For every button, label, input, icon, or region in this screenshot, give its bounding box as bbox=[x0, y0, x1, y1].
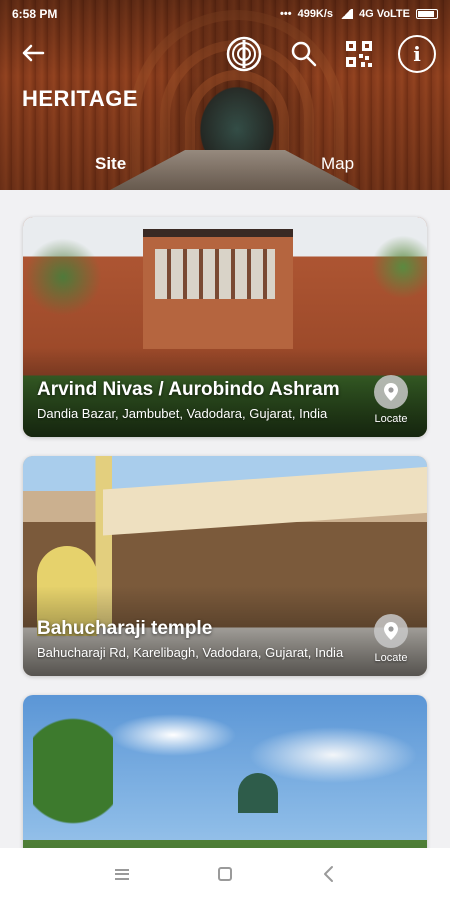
location-pin-icon[interactable] bbox=[374, 614, 408, 648]
gazebo-shape bbox=[238, 773, 278, 813]
menu-lines-icon bbox=[114, 868, 129, 880]
recent-apps-button[interactable] bbox=[102, 854, 142, 894]
home-square-icon bbox=[217, 867, 232, 881]
tab-site[interactable]: Site bbox=[95, 154, 126, 174]
net-speed: 499K/s bbox=[297, 8, 334, 20]
locate-label: Locate bbox=[374, 652, 408, 664]
qr-code-icon[interactable] bbox=[343, 38, 375, 70]
site-list[interactable]: Arvind Nivas / Aurobindo Ashram Dandia B… bbox=[0, 190, 450, 848]
app-screen: 6:58 PM ••• 499K/s 4G VoLTE i HERITAGE S… bbox=[0, 0, 450, 900]
locate-button[interactable]: Locate bbox=[369, 375, 413, 425]
status-indicators: ••• 499K/s 4G VoLTE bbox=[280, 8, 438, 20]
audio-guide-icon[interactable] bbox=[226, 36, 262, 72]
signal-icon bbox=[339, 9, 354, 19]
back-arrow-icon[interactable] bbox=[18, 38, 48, 68]
building-windows bbox=[155, 249, 275, 299]
home-button[interactable] bbox=[205, 854, 245, 894]
location-pin-icon[interactable] bbox=[374, 375, 408, 409]
chevron-left-icon bbox=[324, 866, 334, 882]
system-back-button[interactable] bbox=[308, 854, 348, 894]
status-time: 6:58 PM bbox=[12, 7, 58, 21]
site-title: Bahucharaji temple bbox=[37, 618, 213, 639]
network-type: 4G VoLTE bbox=[359, 8, 410, 20]
site-card[interactable]: Arvind Nivas / Aurobindo Ashram Dandia B… bbox=[23, 217, 427, 437]
battery-icon bbox=[416, 9, 438, 19]
more-dots-icon: ••• bbox=[280, 8, 292, 20]
site-address: Dandia Bazar, Jambubet, Vadodara, Gujara… bbox=[37, 406, 328, 421]
site-card[interactable] bbox=[23, 695, 427, 848]
locate-label: Locate bbox=[374, 413, 408, 425]
header-banner: 6:58 PM ••• 499K/s 4G VoLTE i HERITAGE S… bbox=[0, 0, 450, 190]
tree-shape bbox=[33, 715, 113, 848]
page-title: HERITAGE bbox=[22, 86, 139, 111]
site-title: Arvind Nivas / Aurobindo Ashram bbox=[37, 379, 340, 400]
tab-map[interactable]: Map bbox=[321, 154, 354, 174]
info-icon[interactable]: i bbox=[398, 35, 436, 73]
status-bar: 6:58 PM ••• 499K/s 4G VoLTE bbox=[0, 0, 450, 28]
site-card[interactable]: Bahucharaji temple Bahucharaji Rd, Karel… bbox=[23, 456, 427, 676]
search-icon[interactable] bbox=[288, 38, 320, 70]
locate-button[interactable]: Locate bbox=[369, 614, 413, 664]
system-nav-bar bbox=[0, 848, 450, 900]
site-address: Bahucharaji Rd, Karelibagh, Vadodara, Gu… bbox=[37, 645, 344, 660]
